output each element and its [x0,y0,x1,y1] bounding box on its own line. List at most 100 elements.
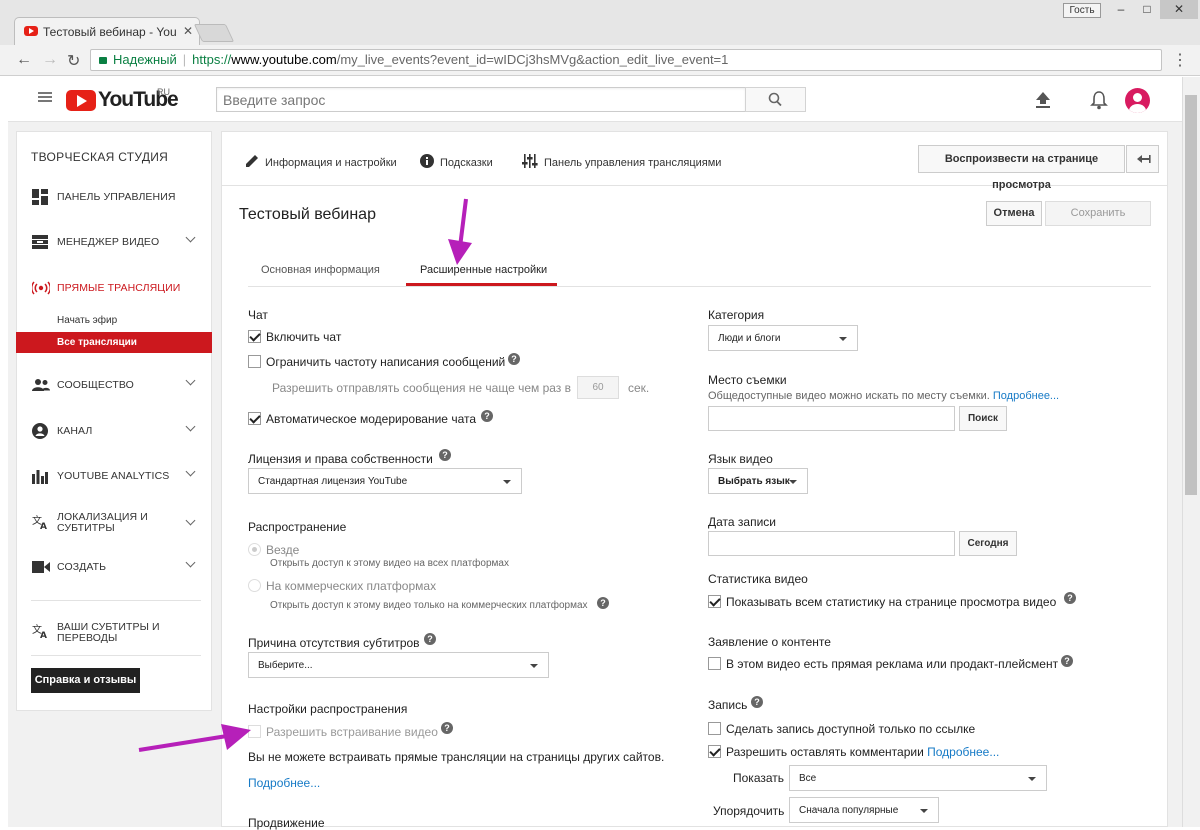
youtube-logo-icon[interactable] [66,90,96,111]
guest-profile-button[interactable]: Гость [1063,3,1101,18]
language-select[interactable]: Выбрать язык [708,468,808,494]
auto-moderation-checkbox[interactable] [248,412,261,425]
sort-comments-select[interactable]: Сначала популярные [789,797,939,823]
category-select[interactable]: Люди и блоги [708,325,858,351]
cancel-button[interactable]: Отмена [986,201,1042,226]
chevron-down-icon[interactable] [185,515,196,526]
sidebar-item-label: СООБЩЕСТВО [57,379,134,391]
sidebar-item-live[interactable]: ПРЯМЫЕ ТРАНСЛЯЦИИ [16,278,212,298]
chevron-down-icon[interactable] [185,421,196,432]
allow-embedding-label[interactable]: Разрешить встраивание видео [266,725,438,739]
chat-rate-unit: сек. [628,381,650,395]
channel-icon [32,423,48,439]
sidebar-item-your-subtitles[interactable]: 文A ВАШИ СУБТИТРЫ И ПЕРЕВОДЫ [16,620,212,650]
license-select[interactable]: Стандартная лицензия YouTube [248,468,522,494]
record-date-input[interactable] [708,531,955,556]
enable-chat-checkbox[interactable] [248,330,261,343]
enable-chat-label[interactable]: Включить чат [266,330,341,344]
chevron-down-icon[interactable] [185,232,196,243]
show-stats-label[interactable]: Показывать всем статистику на странице п… [726,595,1056,609]
sidebar-item-create[interactable]: СОЗДАТЬ [16,557,212,577]
allow-comments-label[interactable]: Разрешить оставлять комментарии Подробне… [726,745,999,759]
today-button[interactable]: Сегодня [959,531,1017,556]
dropdown-arrow-icon [1028,777,1036,781]
help-icon[interactable]: ? [481,410,493,422]
chevron-down-icon[interactable] [185,557,196,568]
annotation-arrow-down [448,198,472,265]
help-icon[interactable]: ? [424,633,436,645]
search-button[interactable] [745,87,806,112]
sidebar-subitem-start-stream[interactable]: Начать эфир [57,315,117,326]
subtitles-reason-select[interactable]: Выберите... [248,652,549,678]
save-button[interactable]: Сохранить [1045,201,1151,226]
chevron-down-icon[interactable] [185,375,196,386]
browser-menu-icon[interactable]: ⋮ [1172,50,1188,70]
reload-icon[interactable]: ↻ [67,51,80,71]
svg-text:A: A [40,631,47,639]
address-bar[interactable]: Надежный | https://www.youtube.com/my_live… [90,49,1162,71]
tab-close-icon[interactable]: ✕ [183,24,193,38]
minimize-button[interactable]: – [1108,0,1134,19]
limit-chat-rate-checkbox[interactable] [248,355,261,368]
show-comments-select[interactable]: Все [789,765,1047,791]
chevron-down-icon[interactable] [185,466,196,477]
help-icon[interactable]: ? [1064,592,1076,604]
sidebar-item-channel[interactable]: КАНАЛ [16,421,212,441]
auto-moderation-label[interactable]: Автоматическое модерирование чата [266,412,476,426]
hamburger-menu-icon[interactable] [38,92,52,102]
chat-rate-seconds-input[interactable]: 60 [577,376,619,399]
search-input[interactable]: Введите запрос [216,87,746,112]
more-info-link[interactable]: Подробнее... [248,776,320,790]
nav-tips[interactable]: Подсказки [420,154,493,169]
location-more-link[interactable]: Подробнее... [993,390,1059,402]
sidebar-item-label: ПРЯМЫЕ ТРАНСЛЯЦИИ [57,282,181,294]
help-icon[interactable]: ? [508,353,520,365]
show-comments-label: Показать [733,771,785,785]
notifications-bell-icon[interactable] [1090,90,1108,110]
location-input[interactable] [708,406,955,431]
sidebar-item-label: СОЗДАТЬ [57,561,107,573]
unlisted-recording-label[interactable]: Сделать запись доступной только по ссылк… [726,722,975,736]
page-title: Тестовый вебинар [239,206,376,223]
paid-promotion-checkbox[interactable] [708,657,721,670]
forward-arrow-icon[interactable]: → [42,51,58,69]
sidebar-item-community[interactable]: СООБЩЕСТВО [16,375,212,395]
maximize-button[interactable]: □ [1134,0,1160,19]
comments-more-link[interactable]: Подробнее... [927,745,999,759]
help-icon[interactable]: ? [751,696,763,708]
show-stats-checkbox[interactable] [708,595,721,608]
sidebar-item-dashboard[interactable]: ПАНЕЛЬ УПРАВЛЕНИЯ [16,187,212,207]
sidebar-item-analytics[interactable]: YOUTUBE ANALYTICS [16,466,212,486]
allow-comments-checkbox[interactable] [708,745,721,758]
play-on-watch-page-button[interactable]: Воспроизвести на странице просмотра [918,145,1125,191]
distribution-commercial-radio[interactable] [248,579,261,592]
help-icon[interactable]: ? [1061,655,1073,667]
nav-live-control-room[interactable]: Панель управления трансляциями [522,154,721,169]
window-close-button[interactable]: ✕ [1160,0,1198,19]
nav-info-settings[interactable]: Информация и настройки [245,154,397,169]
distribution-everywhere-radio[interactable] [248,543,261,556]
record-date-heading: Дата записи [708,515,776,529]
paid-promotion-label[interactable]: В этом видео есть прямая реклама или про… [726,657,1058,671]
sidebar-subitem-all-streams[interactable]: Все трансляции [57,337,137,348]
help-icon[interactable]: ? [439,449,451,461]
help-icon[interactable]: ? [597,597,609,609]
help-feedback-button[interactable]: Справка и отзывы [31,668,140,693]
browser-tab[interactable]: Тестовый вебинар - You ✕ [14,17,200,45]
tab-basic-info[interactable]: Основная информация [261,264,380,276]
location-search-button[interactable]: Поиск [959,406,1007,431]
sidebar-item-label: МЕНЕДЖЕР ВИДЕО [57,236,160,248]
sidebar-item-video-manager[interactable]: МЕНЕДЖЕР ВИДЕО [16,232,212,252]
sidebar-item-localization[interactable]: 文A ЛОКАЛИЗАЦИЯ И СУБТИТРЫ [16,510,212,540]
unlisted-recording-checkbox[interactable] [708,722,721,735]
back-arrow-icon[interactable]: ← [16,51,32,69]
upload-icon[interactable] [1036,92,1050,108]
limit-chat-rate-label[interactable]: Ограничить частоту написания сообщений [266,355,505,369]
scrollbar-thumb[interactable] [1185,95,1197,495]
return-button[interactable] [1126,145,1159,173]
distribution-commercial-label[interactable]: На коммерческих платформах [266,579,436,593]
help-icon[interactable]: ? [441,722,453,734]
distribution-everywhere-label[interactable]: Везде [266,543,299,557]
sidebar-title: ТВОРЧЕСКАЯ СТУДИЯ [31,150,169,164]
avatar[interactable] [1125,88,1150,113]
